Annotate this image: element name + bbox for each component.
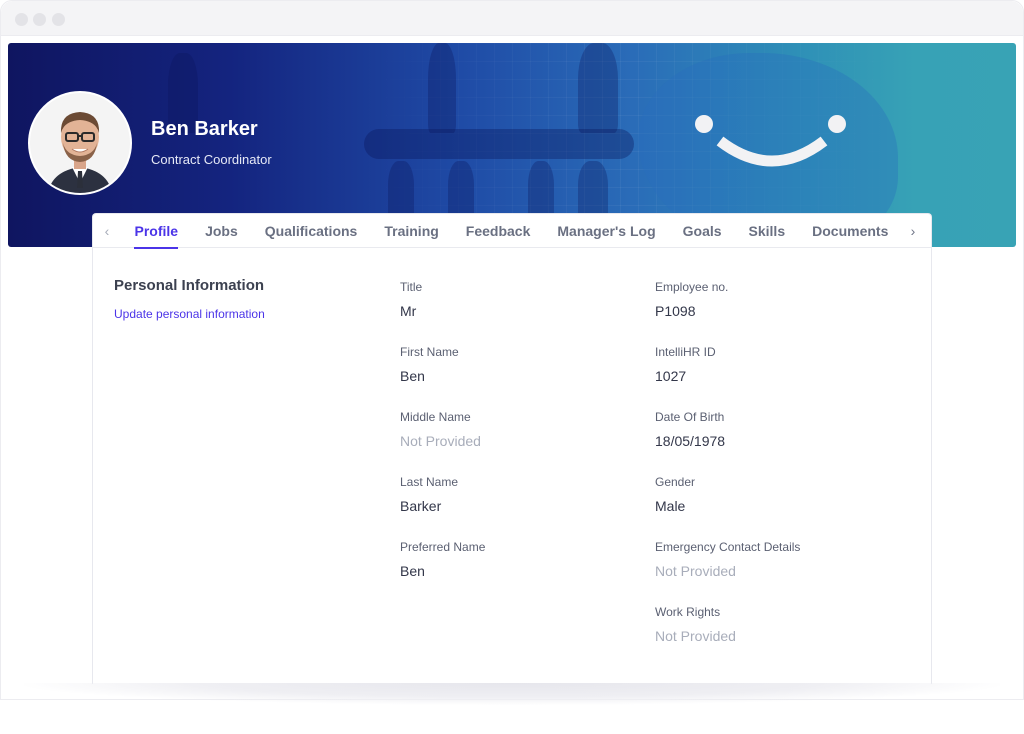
- profile-tabs: ‹ Profile Jobs Qualifications Training F…: [93, 214, 931, 249]
- profile-name: Ben Barker: [151, 118, 258, 140]
- window-titlebar: [1, 1, 1023, 36]
- field-first-name: First Name Ben: [400, 345, 485, 410]
- person-photo-icon: [30, 93, 130, 193]
- banner-figure: [578, 43, 618, 133]
- field-label: Gender: [655, 475, 696, 489]
- tab-feedback[interactable]: Feedback: [452, 214, 544, 248]
- tab-documents[interactable]: Documents: [799, 214, 902, 248]
- field-value: Not Provided: [400, 433, 481, 449]
- tab-training[interactable]: Training: [371, 214, 452, 248]
- field-value: 18/05/1978: [655, 433, 726, 449]
- field-label: IntelliHR ID: [655, 345, 716, 359]
- field-last-name: Last Name Barker: [400, 475, 485, 540]
- smiley-logo-icon: [695, 115, 846, 167]
- section-title: Personal Information: [114, 277, 265, 294]
- field-label: Employee no.: [655, 280, 729, 294]
- update-personal-info-link[interactable]: Update personal information: [114, 307, 265, 321]
- banner-figure: [448, 161, 474, 221]
- field-value: Not Provided: [655, 628, 736, 644]
- banner-figure: [428, 43, 456, 133]
- field-value: P1098: [655, 303, 696, 319]
- field-label: Date Of Birth: [655, 410, 725, 424]
- field-label: Middle Name: [400, 410, 471, 424]
- tab-qualifications[interactable]: Qualifications: [251, 214, 371, 248]
- field-value: Barker: [400, 498, 442, 514]
- field-label: Emergency Contact Details: [655, 540, 801, 554]
- tabs-prev-icon[interactable]: ‹: [93, 223, 121, 239]
- field-value: Mr: [400, 303, 417, 319]
- field-label: Last Name: [400, 475, 459, 489]
- tab-jobs[interactable]: Jobs: [192, 214, 252, 248]
- tabs-next-icon[interactable]: ›: [899, 223, 927, 239]
- field-preferred-name: Preferred Name Ben: [400, 540, 485, 605]
- field-date-of-birth: Date Of Birth 18/05/1978: [655, 410, 800, 475]
- field-value: Male: [655, 498, 686, 514]
- profile-card: ‹ Profile Jobs Qualifications Training F…: [92, 213, 932, 684]
- banner-figure: [388, 161, 414, 221]
- field-value: Not Provided: [655, 563, 736, 579]
- field-value: Ben: [400, 563, 425, 579]
- field-employee-no: Employee no. P1098: [655, 280, 800, 345]
- window-shadow: [24, 683, 1000, 705]
- banner-figure: [528, 161, 554, 221]
- field-value: Ben: [400, 368, 425, 384]
- window-minimize-dot[interactable]: [33, 13, 46, 26]
- avatar[interactable]: [28, 91, 132, 195]
- banner-illustration: [364, 129, 634, 159]
- window-close-dot[interactable]: [15, 13, 28, 26]
- tab-goals[interactable]: Goals: [669, 214, 735, 248]
- field-middle-name: Middle Name Not Provided: [400, 410, 485, 475]
- field-title: Title Mr: [400, 280, 485, 345]
- field-gender: Gender Male: [655, 475, 800, 540]
- fields-column-right: Employee no. P1098 IntelliHR ID 1027 Dat…: [655, 280, 800, 670]
- fields-column-left: Title Mr First Name Ben Middle Name Not …: [400, 280, 485, 605]
- field-label: First Name: [400, 345, 459, 359]
- field-work-rights: Work Rights Not Provided: [655, 605, 800, 670]
- field-label: Title: [400, 280, 423, 294]
- field-emergency-contact: Emergency Contact Details Not Provided: [655, 540, 800, 605]
- field-value: 1027: [655, 368, 687, 384]
- window-maximize-dot[interactable]: [52, 13, 65, 26]
- browser-window: Ben Barker Contract Coordinator ‹ Profil…: [0, 0, 1024, 700]
- field-label: Preferred Name: [400, 540, 486, 554]
- field-intellihr-id: IntelliHR ID 1027: [655, 345, 800, 410]
- tab-managers-log[interactable]: Manager's Log: [544, 214, 669, 248]
- field-label: Work Rights: [655, 605, 721, 619]
- tab-profile[interactable]: Profile: [121, 214, 192, 249]
- tab-skills[interactable]: Skills: [735, 214, 799, 248]
- profile-role: Contract Coordinator: [151, 152, 272, 167]
- banner-figure: [578, 161, 608, 221]
